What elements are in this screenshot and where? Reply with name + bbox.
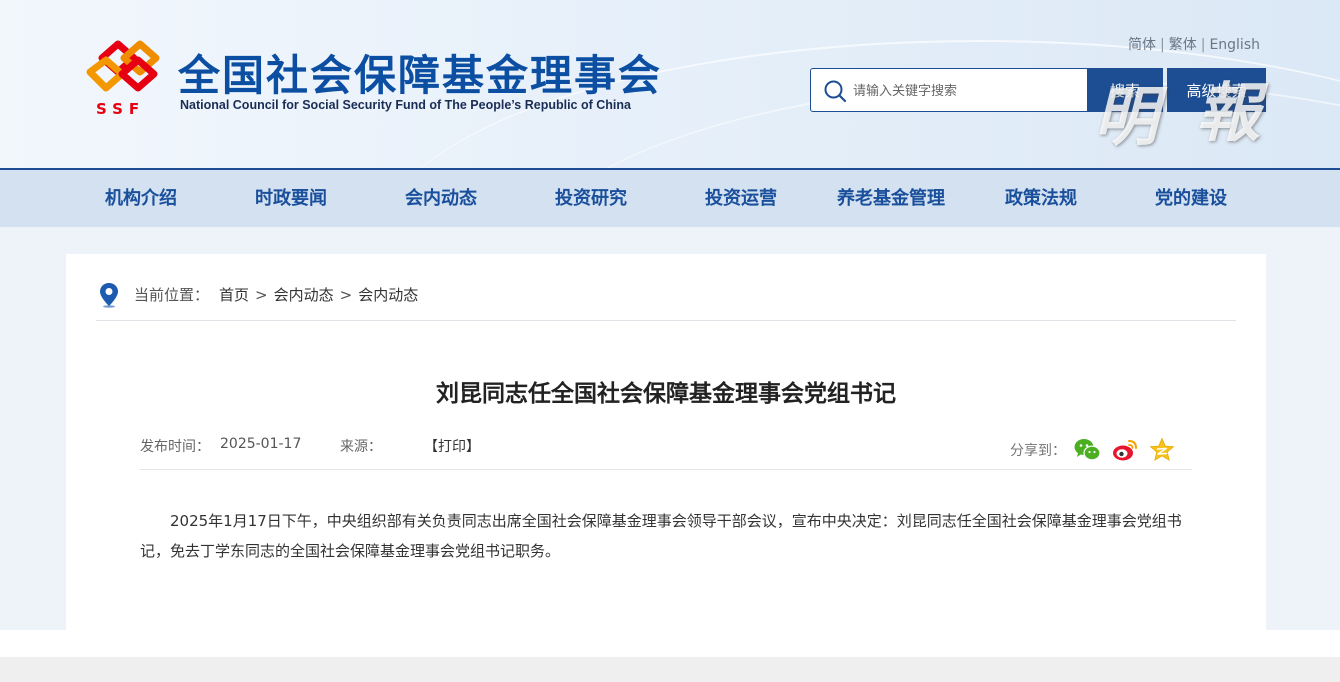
advanced-search-button[interactable]: 高级搜索 xyxy=(1167,68,1266,112)
article-title: 刘昆同志任全国社会保障基金理事会党组书记 xyxy=(436,381,896,407)
nav-item-about[interactable]: 机构介绍 xyxy=(66,170,216,227)
meta-divider xyxy=(140,469,1192,470)
lang-english[interactable]: English xyxy=(1209,37,1260,53)
footer xyxy=(0,657,1340,682)
lang-simplified[interactable]: 简体 xyxy=(1128,37,1156,53)
breadcrumb-divider xyxy=(96,320,1236,321)
wechat-icon[interactable] xyxy=(1073,437,1101,463)
nav-item-investment-research[interactable]: 投资研究 xyxy=(516,170,666,227)
weibo-icon[interactable] xyxy=(1111,437,1139,463)
language-switch: 简体 | 繁体 | English xyxy=(1128,34,1260,54)
search-input[interactable] xyxy=(853,79,1073,103)
nav-item-news[interactable]: 时政要闻 xyxy=(216,170,366,227)
date-label: 发布时间： xyxy=(140,439,210,455)
nav-item-policy[interactable]: 政策法规 xyxy=(966,170,1116,227)
nav-item-investment-operations[interactable]: 投资运营 xyxy=(666,170,816,227)
lang-separator: | xyxy=(1200,37,1206,53)
logo-ssf-text: SSF xyxy=(96,100,146,118)
nav-item-pension-management[interactable]: 养老基金管理 xyxy=(816,170,966,227)
article-body: 2025年1月17日下午，中央组织部有关负责同志出席全国社会保障基金理事会领导干… xyxy=(140,512,1182,560)
location-pin-icon xyxy=(100,283,118,308)
publish-date: 2025-01-17 xyxy=(220,436,302,452)
print-link[interactable]: 【打印】 xyxy=(424,436,480,456)
breadcrumb-home[interactable]: 首页 xyxy=(219,286,249,304)
site-subtitle: National Council for Social Security Fun… xyxy=(180,98,631,112)
breadcrumb-current[interactable]: 会内动态 xyxy=(358,286,418,304)
site-title[interactable]: 全国社会保障基金理事会 xyxy=(178,42,662,103)
search-box xyxy=(810,68,1088,112)
lang-traditional[interactable]: 繁体 xyxy=(1169,37,1197,53)
nav-item-party-building[interactable]: 党的建设 xyxy=(1116,170,1266,227)
search-icon xyxy=(824,80,847,103)
footer-spacer xyxy=(0,630,1340,657)
share-label: 分享到： xyxy=(1010,443,1066,459)
source-label: 来源： xyxy=(340,439,382,455)
main-nav: 机构介绍 时政要闻 会内动态 投资研究 投资运营 养老基金管理 政策法规 党的建… xyxy=(0,168,1340,227)
qzone-icon[interactable] xyxy=(1148,437,1176,463)
nav-item-council-updates[interactable]: 会内动态 xyxy=(366,170,516,227)
breadcrumb-label: 当前位置： xyxy=(134,286,210,304)
search-button[interactable]: 搜索 xyxy=(1087,68,1163,112)
lang-separator: | xyxy=(1160,37,1165,53)
breadcrumb-separator: > xyxy=(339,286,353,304)
breadcrumb-separator: > xyxy=(255,286,268,304)
breadcrumb: 当前位置： 首页 > 会内动态 > 会内动态 xyxy=(134,284,418,305)
breadcrumb-council-updates[interactable]: 会内动态 xyxy=(274,286,334,304)
